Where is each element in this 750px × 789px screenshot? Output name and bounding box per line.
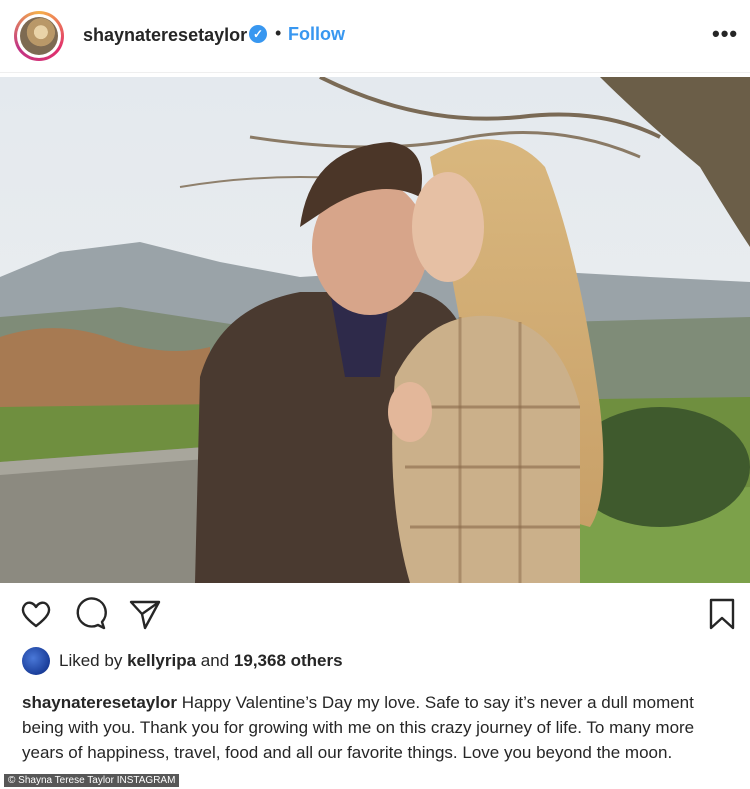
share-icon[interactable] — [127, 596, 163, 632]
likes-prefix: Liked by — [59, 651, 123, 670]
likes-row: Liked by kellyripa and 19,368 others — [22, 646, 742, 675]
verified-badge-icon: ✓ — [249, 25, 267, 43]
likes-and: and — [200, 651, 230, 670]
avatar-ring-inner — [17, 14, 61, 58]
separator-dot: • — [275, 23, 282, 43]
post-header: shaynateresetaylor ✓ • Follow ••• — [0, 0, 750, 73]
heart-icon[interactable] — [18, 596, 54, 632]
post-photo[interactable] — [0, 77, 750, 583]
avatar-image — [20, 17, 58, 55]
likes-text: Liked by kellyripa and 19,368 others — [59, 651, 343, 671]
follow-button[interactable]: Follow — [288, 24, 345, 45]
liker-username[interactable]: kellyripa — [127, 651, 196, 670]
liker-avatar[interactable] — [22, 647, 50, 675]
woman-face — [412, 172, 484, 282]
comment-icon[interactable] — [72, 596, 108, 632]
post-username[interactable]: shaynateresetaylor — [83, 25, 247, 46]
action-bar — [0, 583, 750, 643]
post-caption: shaynateresetaylor Happy Valentine’s Day… — [22, 690, 737, 765]
likes-count[interactable]: 19,368 others — [234, 651, 343, 670]
more-options-icon[interactable]: ••• — [712, 21, 738, 47]
photo-scene — [0, 77, 750, 583]
profile-avatar[interactable] — [14, 11, 64, 61]
photo-credit: © Shayna Terese Taylor INSTAGRAM — [4, 774, 180, 787]
woman-coat — [392, 315, 580, 583]
woman-hand — [388, 382, 432, 442]
bookmark-icon[interactable] — [704, 596, 740, 632]
caption-username[interactable]: shaynateresetaylor — [22, 693, 177, 712]
